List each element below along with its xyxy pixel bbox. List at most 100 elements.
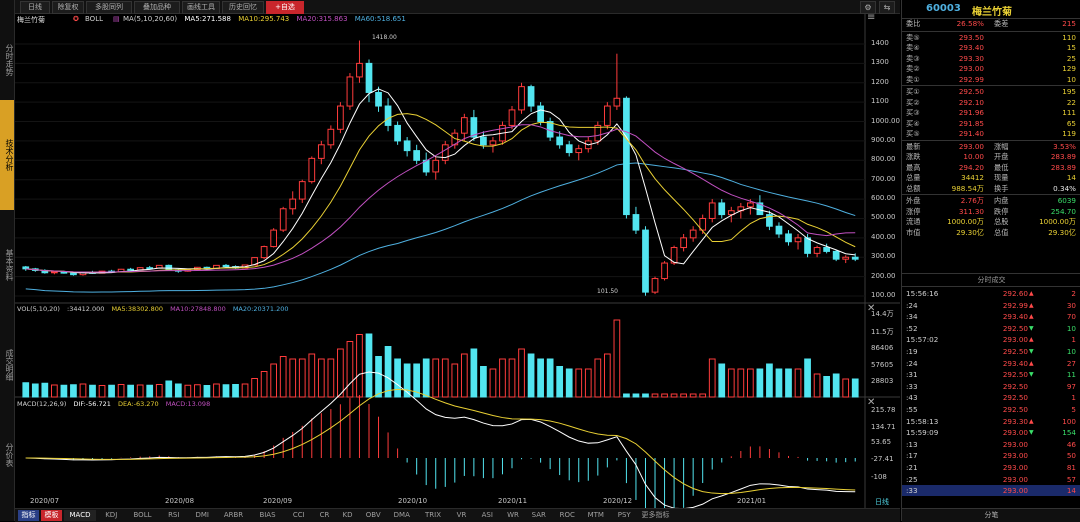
indicator-tab-obv[interactable]: OBV	[360, 510, 387, 521]
tick-row[interactable]: :43 292.50 1	[902, 392, 1080, 403]
bid-row[interactable]: 买③ 291.96 111	[902, 108, 1080, 118]
divider	[902, 194, 1080, 195]
bid-row[interactable]: 买② 292.10 22	[902, 98, 1080, 108]
ask-row[interactable]: 卖① 292.99 10	[902, 75, 1080, 85]
multi-stock-button[interactable]: 多股同列	[86, 1, 132, 14]
tick-row[interactable]: :52 292.50 ▼ 10	[902, 323, 1080, 334]
bid-row[interactable]: 买① 292.50 195	[902, 87, 1080, 97]
indicator-tab-cr[interactable]: CR	[314, 510, 335, 521]
quote-label: 换手	[994, 183, 1009, 193]
ask-row[interactable]: 卖③ 293.30 25	[902, 54, 1080, 64]
macd-tick: -27.41	[871, 455, 894, 463]
volume-bar	[289, 358, 297, 398]
indicator-tab-roc[interactable]: ROC	[554, 510, 581, 521]
indicator-tab-sar[interactable]: SAR	[526, 510, 553, 521]
bid-row[interactable]: 买④ 291.85 65	[902, 119, 1080, 129]
tab-jishu[interactable]: 技术分析	[0, 100, 14, 210]
stock-name: 梅兰竹菊	[972, 7, 1012, 18]
dea-value: DEA:-63.270	[117, 400, 159, 408]
period-button[interactable]: 日线	[20, 1, 50, 14]
boll-indicator-icon[interactable]: ✪	[73, 15, 79, 23]
fuquan-button[interactable]: 除复权	[52, 1, 84, 14]
tick-row[interactable]: :31 292.50 ▼ 11	[902, 369, 1080, 380]
tick-price: 293.40	[1002, 358, 1028, 368]
indicator-tab-boll[interactable]: BOLL	[127, 510, 159, 521]
indicator-tab-kd[interactable]: KD	[337, 510, 358, 521]
back-icon[interactable]: ⇆	[879, 1, 895, 14]
date-label: 2020/08	[165, 497, 195, 505]
indicator-tab-dma[interactable]: DMA	[389, 510, 416, 521]
tab-fenjia[interactable]: 分价表	[0, 435, 14, 475]
tick-row[interactable]: 15:56:16 292.60 ▲ 2	[902, 288, 1080, 299]
tick-volume: 46	[1066, 439, 1076, 449]
bid-label: 买⑤	[906, 129, 920, 138]
tick-row[interactable]: :24 293.40 ▲ 27	[902, 358, 1080, 369]
candle-body	[289, 198, 297, 210]
fenbi-tab[interactable]: 分笔	[902, 508, 1080, 522]
tick-row[interactable]: :33 293.00 14	[902, 485, 1080, 497]
ask-row[interactable]: 卖⑤ 293.50 110	[902, 33, 1080, 43]
draw-tools-button[interactable]: 画线工具	[182, 1, 220, 14]
tick-row[interactable]: 15:59:09 293.00 ▼ 154	[902, 427, 1080, 438]
tick-row[interactable]: :21 293.00 81	[902, 462, 1080, 473]
indicator-tab-kdj[interactable]: KDJ	[98, 510, 125, 521]
tick-price: 293.00	[1002, 451, 1028, 461]
tick-row[interactable]: :55 292.50 5	[902, 404, 1080, 415]
tick-row[interactable]: 15:57:02 293.00 ▲ 1	[902, 334, 1080, 345]
indicator-tab-trix[interactable]: TRIX	[417, 510, 449, 521]
indicator-tab-vr[interactable]: VR	[451, 510, 472, 521]
tick-time: :55	[906, 405, 918, 414]
chart-area[interactable]: 梅兰竹菊 ✪ BOLL ▤ MA(5,10,20,60) MA5:271.588…	[15, 12, 900, 522]
indicator-tab-cci[interactable]: CCI	[286, 510, 313, 521]
tick-row[interactable]: :17 293.00 50	[902, 450, 1080, 461]
tick-time: :31	[906, 370, 918, 380]
date-label: 2020/09	[263, 497, 293, 505]
volume-bar	[651, 393, 659, 398]
indicator-tab-arbr[interactable]: ARBR	[218, 510, 250, 521]
ask-row[interactable]: 卖② 293.00 129	[902, 64, 1080, 74]
tab-chengjiao[interactable]: 成交明细	[0, 340, 14, 390]
indicator-tab-dmi[interactable]: DMI	[189, 510, 216, 521]
bid-row[interactable]: 买⑤ 291.40 119	[902, 129, 1080, 139]
candle-body	[308, 157, 316, 183]
indicator-tab-mtm[interactable]: MTM	[583, 510, 610, 521]
volume-bar	[537, 358, 544, 398]
indicator-tab-指标[interactable]: 指标	[18, 510, 39, 521]
volume-tick: 14.4万	[871, 310, 894, 318]
ma60-value: MA60:518.651	[354, 15, 406, 23]
tab-jiben[interactable]: 基本资料	[0, 240, 14, 290]
tick-row[interactable]: :25 293.00 57	[902, 474, 1080, 485]
tick-row[interactable]: :19 292.50 ▼ 10	[902, 346, 1080, 357]
quote-label: 最低	[994, 162, 1009, 172]
tick-row[interactable]: :24 292.99 ▲ 30	[902, 300, 1080, 311]
indicator-tab-psy[interactable]: PSY	[611, 510, 638, 521]
volume-bar	[813, 373, 821, 398]
indicator-tab-更多指标[interactable]: 更多指标	[640, 510, 672, 521]
ma-settings-icon[interactable]: ▤	[113, 15, 120, 23]
tick-row[interactable]: 15:58:13 293.30 ▲ 100	[902, 416, 1080, 427]
volume-bar	[251, 378, 258, 398]
tab-fenshi[interactable]: 分时走势	[0, 30, 14, 90]
indicator-tab-bias[interactable]: BIAS	[252, 510, 284, 521]
indicator-tab-wr[interactable]: WR	[503, 510, 524, 521]
indicator-tab-rsi[interactable]: RSI	[161, 510, 188, 521]
tick-row[interactable]: :33 292.50 97	[902, 381, 1080, 392]
tick-price: 292.50	[1002, 347, 1028, 356]
add-watchlist-button[interactable]: +自选	[266, 1, 304, 14]
kline-chart[interactable]	[15, 14, 900, 522]
macd-params: MACD(12,26,9)	[17, 400, 67, 408]
tick-row[interactable]: :13 293.00 46	[902, 439, 1080, 450]
history-button[interactable]: 历史回忆	[222, 1, 264, 14]
panel-menu-icon[interactable]: ≡	[867, 12, 875, 23]
tick-row[interactable]: :34 293.40 ▲ 70	[902, 311, 1080, 322]
candle-body	[689, 229, 697, 239]
volume-bar	[603, 353, 611, 398]
indicator-tab-asi[interactable]: ASI	[474, 510, 501, 521]
price-tick: 1400	[871, 39, 889, 47]
ma10-value: MA10:295.743	[238, 15, 290, 23]
ask-row[interactable]: 卖④ 293.40 15	[902, 43, 1080, 53]
overlay-button[interactable]: 叠加品种	[134, 1, 180, 14]
indicator-tab-模板[interactable]: 模板	[41, 510, 62, 521]
indicator-tab-macd[interactable]: MACD	[64, 510, 96, 521]
volume-bar	[356, 334, 363, 398]
